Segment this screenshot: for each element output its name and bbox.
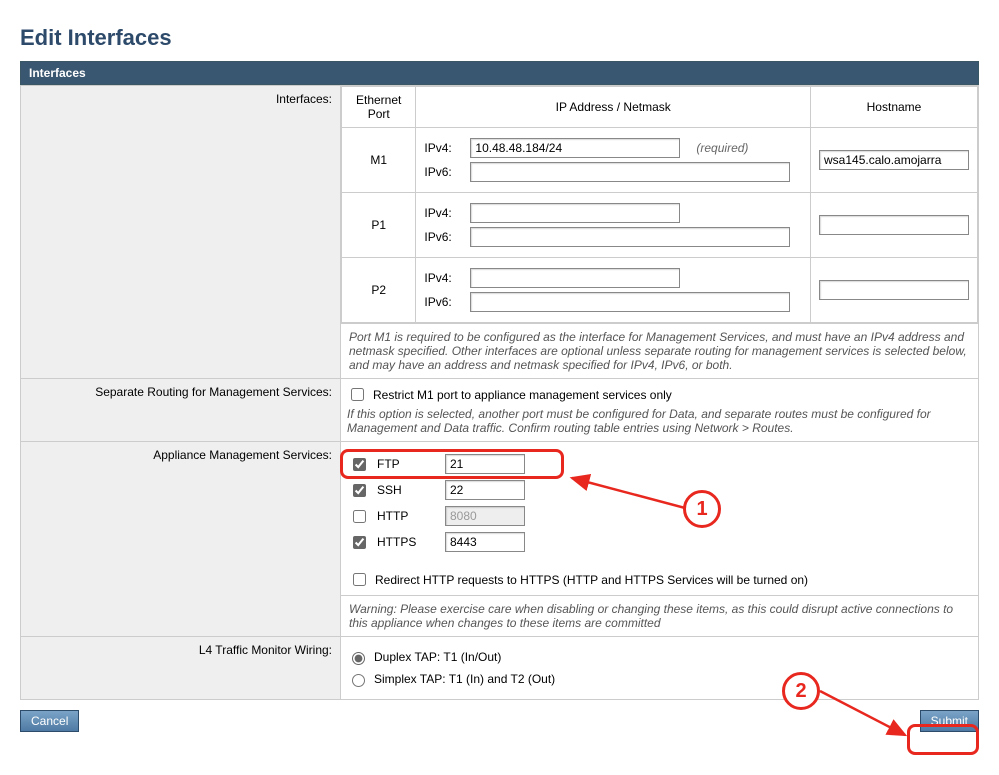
routing-note: If this option is selected, another port… (347, 407, 972, 435)
service-label: FTP (377, 457, 437, 471)
row-label-interfaces: Interfaces: (21, 86, 341, 379)
cancel-button[interactable]: Cancel (20, 710, 79, 732)
interface-row-m1: M1 IPv4: (required) IPv6: (342, 128, 978, 193)
ipv6-input-p2[interactable] (470, 292, 790, 312)
ipv4-label: IPv4: (424, 271, 464, 285)
interfaces-config-table: Interfaces: Ethernet Port IP Address / N… (20, 85, 979, 700)
service-port-input-http (445, 506, 525, 526)
section-header-interfaces: Interfaces (20, 61, 979, 85)
service-port-input-https[interactable] (445, 532, 525, 552)
interface-row-p2: P2 IPv4: IPv6: (342, 258, 978, 323)
ipv4-input-p1[interactable] (470, 203, 680, 223)
l4-radio-0[interactable] (352, 652, 365, 665)
services-warning: Warning: Please exercise care when disab… (341, 595, 978, 636)
page-title: Edit Interfaces (20, 25, 979, 51)
row-label-services: Appliance Management Services: (21, 442, 341, 637)
hostname-input-p1[interactable] (819, 215, 969, 235)
interface-row-p1: P1 IPv4: IPv6: (342, 193, 978, 258)
service-checkbox-http[interactable] (353, 510, 366, 523)
row-label-routing: Separate Routing for Management Services… (21, 379, 341, 442)
service-row-https: HTTPS (349, 532, 970, 552)
l4-radio-label: Duplex TAP: T1 (In/Out) (374, 650, 501, 664)
required-note: (required) (696, 141, 748, 155)
col-header-port: Ethernet Port (342, 87, 416, 128)
ipv6-label: IPv6: (424, 165, 464, 179)
service-row-http: HTTP (349, 506, 970, 526)
ipv6-label: IPv6: (424, 295, 464, 309)
port-label: M1 (342, 128, 416, 193)
ipv4-input-p2[interactable] (470, 268, 680, 288)
interfaces-inner-table: Ethernet Port IP Address / Netmask Hostn… (341, 86, 978, 323)
l4-radio-label: Simplex TAP: T1 (In) and T2 (Out) (374, 672, 555, 686)
interfaces-footnote: Port M1 is required to be configured as … (341, 323, 978, 378)
ipv6-input-p1[interactable] (470, 227, 790, 247)
redirect-http-label: Redirect HTTP requests to HTTPS (HTTP an… (375, 573, 808, 587)
col-header-ip: IP Address / Netmask (416, 87, 811, 128)
col-header-host: Hostname (811, 87, 978, 128)
ipv4-label: IPv4: (424, 206, 464, 220)
submit-button[interactable]: Submit (920, 710, 979, 732)
service-label: HTTP (377, 509, 437, 523)
l4-radio-1[interactable] (352, 674, 365, 687)
service-checkbox-ssh[interactable] (353, 484, 366, 497)
redirect-http-checkbox[interactable] (353, 573, 366, 586)
hostname-input-p2[interactable] (819, 280, 969, 300)
port-label: P1 (342, 193, 416, 258)
restrict-m1-checkbox[interactable] (351, 388, 364, 401)
service-port-input-ssh[interactable] (445, 480, 525, 500)
service-row-ssh: SSH (349, 480, 970, 500)
port-label: P2 (342, 258, 416, 323)
service-checkbox-https[interactable] (353, 536, 366, 549)
service-label: HTTPS (377, 535, 437, 549)
row-label-l4: L4 Traffic Monitor Wiring: (21, 637, 341, 700)
hostname-input-m1[interactable] (819, 150, 969, 170)
service-port-input-ftp[interactable] (445, 454, 525, 474)
ipv6-label: IPv6: (424, 230, 464, 244)
ipv6-input-m1[interactable] (470, 162, 790, 182)
ipv4-label: IPv4: (424, 141, 464, 155)
ipv4-input-m1[interactable] (470, 138, 680, 158)
restrict-m1-label: Restrict M1 port to appliance management… (373, 388, 672, 402)
service-label: SSH (377, 483, 437, 497)
service-checkbox-ftp[interactable] (353, 458, 366, 471)
service-row-ftp: FTP (349, 454, 970, 474)
